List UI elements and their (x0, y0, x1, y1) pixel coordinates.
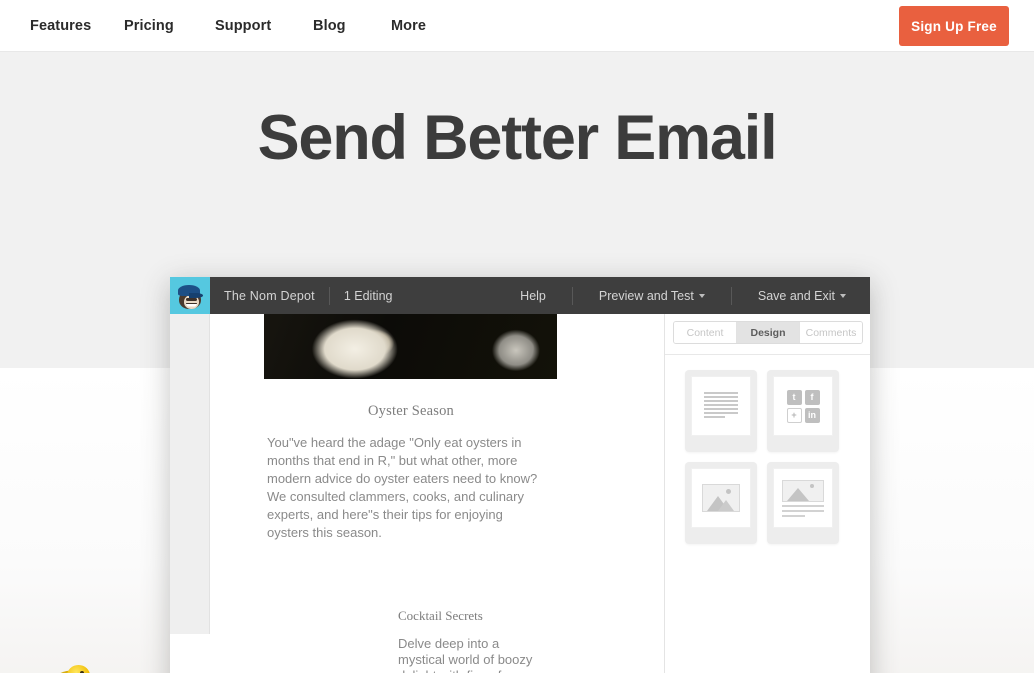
content-blocks-grid: t f + in (685, 370, 857, 544)
toolbar-actions: Help Preview and Test Save and Exit (508, 286, 870, 305)
sign-up-free-button[interactable]: Sign Up Free (899, 6, 1009, 46)
chevron-down-icon (840, 294, 846, 299)
chevron-down-icon (698, 294, 705, 299)
image-caption-icon (782, 479, 824, 517)
twitter-icon: t (786, 389, 802, 405)
image-block-tile[interactable] (685, 462, 757, 544)
social-icons-group: t f + in (786, 389, 820, 423)
freddie-monkey-icon (177, 283, 203, 309)
app-toolbar: The Nom Depot 1 Editing Help Preview and… (170, 277, 870, 314)
panel-tabs: Content Design Comments (673, 321, 863, 344)
editing-status: 1 Editing (343, 288, 393, 303)
nav-links: Features Pricing Support Blog More (30, 0, 451, 52)
toolbar-divider (571, 286, 573, 305)
article-heading-cocktail-secrets: Cocktail Secrets (398, 608, 483, 623)
left-rail (170, 314, 210, 634)
email-builder-window: The Nom Depot 1 Editing Help Preview and… (170, 277, 870, 673)
image-block-preview (691, 468, 751, 528)
nav-link-features[interactable]: Features (30, 18, 124, 34)
landing-page: Features Pricing Support Blog More Sign … (0, 0, 1034, 673)
tab-comments[interactable]: Comments (800, 322, 862, 343)
campaign-name: The Nom Depot (224, 288, 315, 303)
save-and-exit-button[interactable]: Save and Exit (746, 289, 858, 303)
article-body-oyster-season: You"ve heard the adage "Only eat oysters… (267, 435, 538, 540)
linkedin-icon: in (804, 407, 820, 423)
oyster-photo[interactable] (264, 314, 557, 379)
design-panel: Content Design Comments t f + in (664, 314, 870, 673)
save-and-exit-label: Save and Exit (757, 288, 835, 303)
hero-section: Send Better Email The Nom Depot 1 Editin… (0, 52, 1034, 673)
bird-head (67, 665, 90, 673)
image-caption-block-tile[interactable] (767, 462, 839, 544)
help-button[interactable]: Help (508, 289, 558, 303)
article-block-cocktail-secrets: Cocktail Secrets Delve deep into a mysti… (398, 608, 558, 673)
email-column: Oyster Season You"ve heard the adage "On… (264, 314, 558, 542)
image-icon (702, 484, 740, 512)
app-body: Oyster Season You"ve heard the adage "On… (170, 314, 870, 673)
image-caption-block-preview (773, 468, 833, 528)
tab-design[interactable]: Design (737, 322, 800, 343)
text-lines-icon (704, 392, 738, 420)
tab-content[interactable]: Content (674, 322, 737, 343)
top-navigation-bar: Features Pricing Support Blog More Sign … (0, 0, 1034, 52)
nav-link-more[interactable]: More (391, 18, 451, 34)
nav-link-support[interactable]: Support (215, 18, 313, 34)
social-follow-block-tile[interactable]: t f + in (767, 370, 839, 452)
panel-divider (665, 354, 870, 355)
text-block-tile[interactable] (685, 370, 757, 452)
preview-and-test-label: Preview and Test (598, 288, 694, 303)
add-icon: + (786, 407, 802, 423)
email-canvas[interactable]: Oyster Season You"ve heard the adage "On… (211, 314, 664, 673)
toolbar-divider (730, 286, 732, 305)
toolbar-divider (328, 286, 330, 305)
nav-link-blog[interactable]: Blog (313, 18, 391, 34)
facebook-icon: f (804, 389, 820, 405)
nav-link-pricing[interactable]: Pricing (124, 18, 215, 34)
article-body-cocktail-secrets: Delve deep into a mystical world of booz… (398, 636, 533, 673)
social-block-preview: t f + in (773, 376, 833, 436)
mailchimp-logo-icon[interactable] (170, 277, 210, 314)
preview-and-test-button[interactable]: Preview and Test (587, 289, 717, 303)
text-block-preview (691, 376, 751, 436)
article-heading-oyster-season: Oyster Season (368, 403, 454, 419)
page-title: Send Better Email (257, 103, 778, 173)
